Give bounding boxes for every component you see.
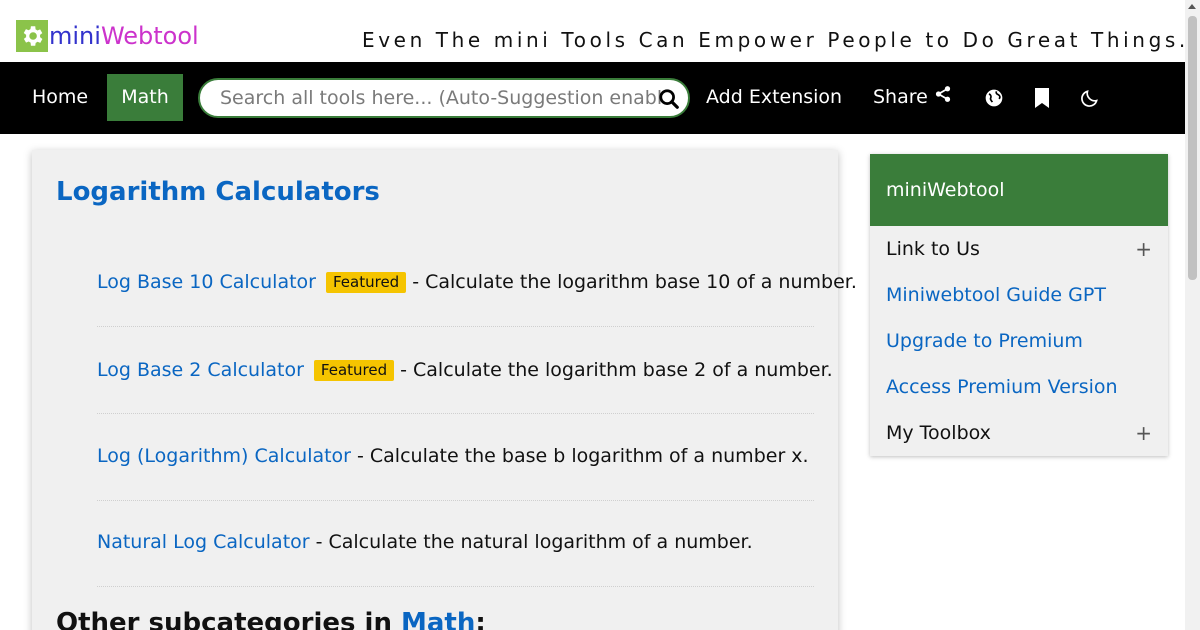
sidebar-item-label: Link to Us [886, 238, 980, 260]
tool-link[interactable]: Natural Log Calculator [97, 531, 310, 553]
scroll-up-arrow-icon[interactable] [1188, 4, 1196, 9]
expand-plus-icon[interactable]: + [1135, 226, 1152, 272]
search-input[interactable] [220, 80, 662, 116]
bookmark-icon[interactable] [1031, 87, 1053, 109]
tool-description: - Calculate the logarithm base 2 of a nu… [400, 359, 833, 381]
math-category-link[interactable]: Math [401, 608, 475, 630]
tool-line: Log Base 10 Calculator Featured - Calcul… [97, 271, 857, 293]
tool-line: Log Base 2 Calculator Featured - Calcula… [97, 359, 833, 381]
site-tagline: Even The mini Tools Can Empower People t… [362, 28, 1189, 52]
tool-description: - Calculate the base b logarithm of a nu… [357, 445, 809, 467]
tool-description: - Calculate the natural logarithm of a n… [315, 531, 753, 553]
tool-list-item: Natural Log Calculator - Calculate the n… [97, 500, 814, 587]
sidebar-item-my-toolbox[interactable]: My Toolbox + [886, 410, 1152, 456]
gear-icon [16, 20, 48, 52]
other-prefix: Other subcategories in [56, 608, 402, 630]
tool-link[interactable]: Log Base 10 Calculator [97, 271, 316, 293]
nav-add-extension[interactable]: Add Extension [706, 74, 842, 121]
tool-line: Natural Log Calculator - Calculate the n… [97, 531, 753, 553]
search-icon[interactable] [658, 88, 680, 110]
main-navbar: Home Math Add Extension Share [0, 62, 1185, 134]
tool-list-item: Log Base 10 Calculator Featured - Calcul… [97, 240, 857, 327]
tool-list-item: Log (Logarithm) Calculator - Calculate t… [97, 414, 814, 501]
sidebar-card: miniWebtool Link to Us + Miniwebtool Gui… [870, 154, 1168, 456]
tool-link[interactable]: Log Base 2 Calculator [97, 359, 304, 381]
sidebar-item-guide-gpt[interactable]: Miniwebtool Guide GPT [886, 272, 1152, 318]
sidebar-item-link-to-us[interactable]: Link to Us + [886, 226, 1152, 272]
featured-badge: Featured [313, 359, 395, 381]
main-content-card: Logarithm Calculators Log Base 10 Calcul… [32, 150, 857, 630]
expand-plus-icon[interactable]: + [1135, 410, 1152, 456]
scrollbar-thumb[interactable] [1188, 16, 1197, 280]
sidebar-item-access-premium[interactable]: Access Premium Version [886, 364, 1152, 410]
nav-home[interactable]: Home [16, 74, 104, 121]
sidebar-item-upgrade-premium[interactable]: Upgrade to Premium [886, 318, 1152, 364]
brand-bar: miniWebtool Even The mini Tools Can Empo… [0, 0, 1185, 62]
globe-icon[interactable] [983, 87, 1005, 109]
tool-line: Log (Logarithm) Calculator - Calculate t… [97, 445, 809, 467]
tool-description: - Calculate the logarithm base 10 of a n… [412, 271, 857, 293]
share-icon [928, 74, 952, 121]
tool-link[interactable]: Log (Logarithm) Calculator [97, 445, 351, 467]
sidebar-header: miniWebtool [870, 154, 1168, 226]
share-label: Share [873, 86, 928, 108]
page-title: Logarithm Calculators [56, 177, 380, 207]
sidebar-item-label: My Toolbox [886, 422, 991, 444]
other-subcategories-heading: Other subcategories in Math: [56, 608, 486, 630]
other-suffix: : [475, 608, 486, 630]
featured-badge: Featured [325, 271, 407, 293]
nav-share[interactable]: Share [873, 74, 952, 121]
nav-math[interactable]: Math [107, 74, 183, 121]
page-scrollbar[interactable] [1185, 0, 1200, 630]
search-box [198, 78, 690, 118]
site-logo[interactable]: miniWebtool [16, 20, 199, 52]
moon-icon[interactable] [1079, 87, 1101, 109]
logo-text: miniWebtool [49, 22, 199, 50]
tool-list-item: Log Base 2 Calculator Featured - Calcula… [97, 327, 833, 414]
